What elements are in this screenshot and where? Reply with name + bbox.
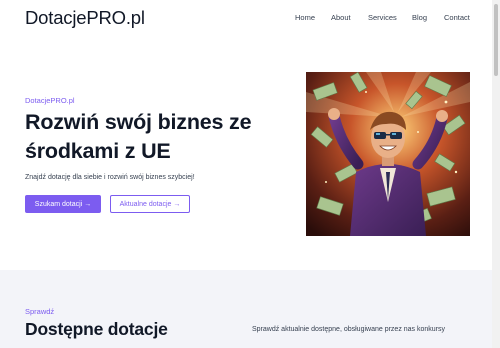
available-grants-section: Sprawdź Dostępne dotacje Sprawdź aktualn… <box>0 270 492 348</box>
page-scrollbar[interactable] <box>492 0 500 348</box>
nav-link-about[interactable]: About <box>331 13 351 22</box>
nav-link-home[interactable]: Home <box>295 13 315 22</box>
nav-link-services[interactable]: Services <box>368 13 397 22</box>
scrollbar-thumb[interactable] <box>494 4 498 76</box>
hero-subtitle: Znajdź dotację dla siebie i rozwiń swój … <box>25 174 195 181</box>
top-navigation: DotacjePRO.pl Home About Services Blog C… <box>0 0 492 40</box>
nav-link-contact[interactable]: Contact <box>444 13 470 22</box>
hero-image <box>306 72 470 236</box>
section-title: Dostępne dotacje <box>25 319 168 339</box>
section-description: Sprawdź aktualnie dostępne, obsługiwane … <box>252 326 446 333</box>
hero-title: Rozwiń swój biznes ze środkami z UE <box>25 110 252 163</box>
hero-eyebrow: DotacjePRO.pl <box>25 96 75 105</box>
site-logo[interactable]: DotacjePRO.pl <box>25 7 145 29</box>
current-grants-button[interactable]: Aktualne dotacje → <box>110 195 190 213</box>
find-grant-button[interactable]: Szukam dotacji → <box>25 195 101 213</box>
money-rain-illustration <box>306 72 470 236</box>
nav-link-blog[interactable]: Blog <box>412 13 427 22</box>
section-eyebrow: Sprawdź <box>25 307 55 316</box>
